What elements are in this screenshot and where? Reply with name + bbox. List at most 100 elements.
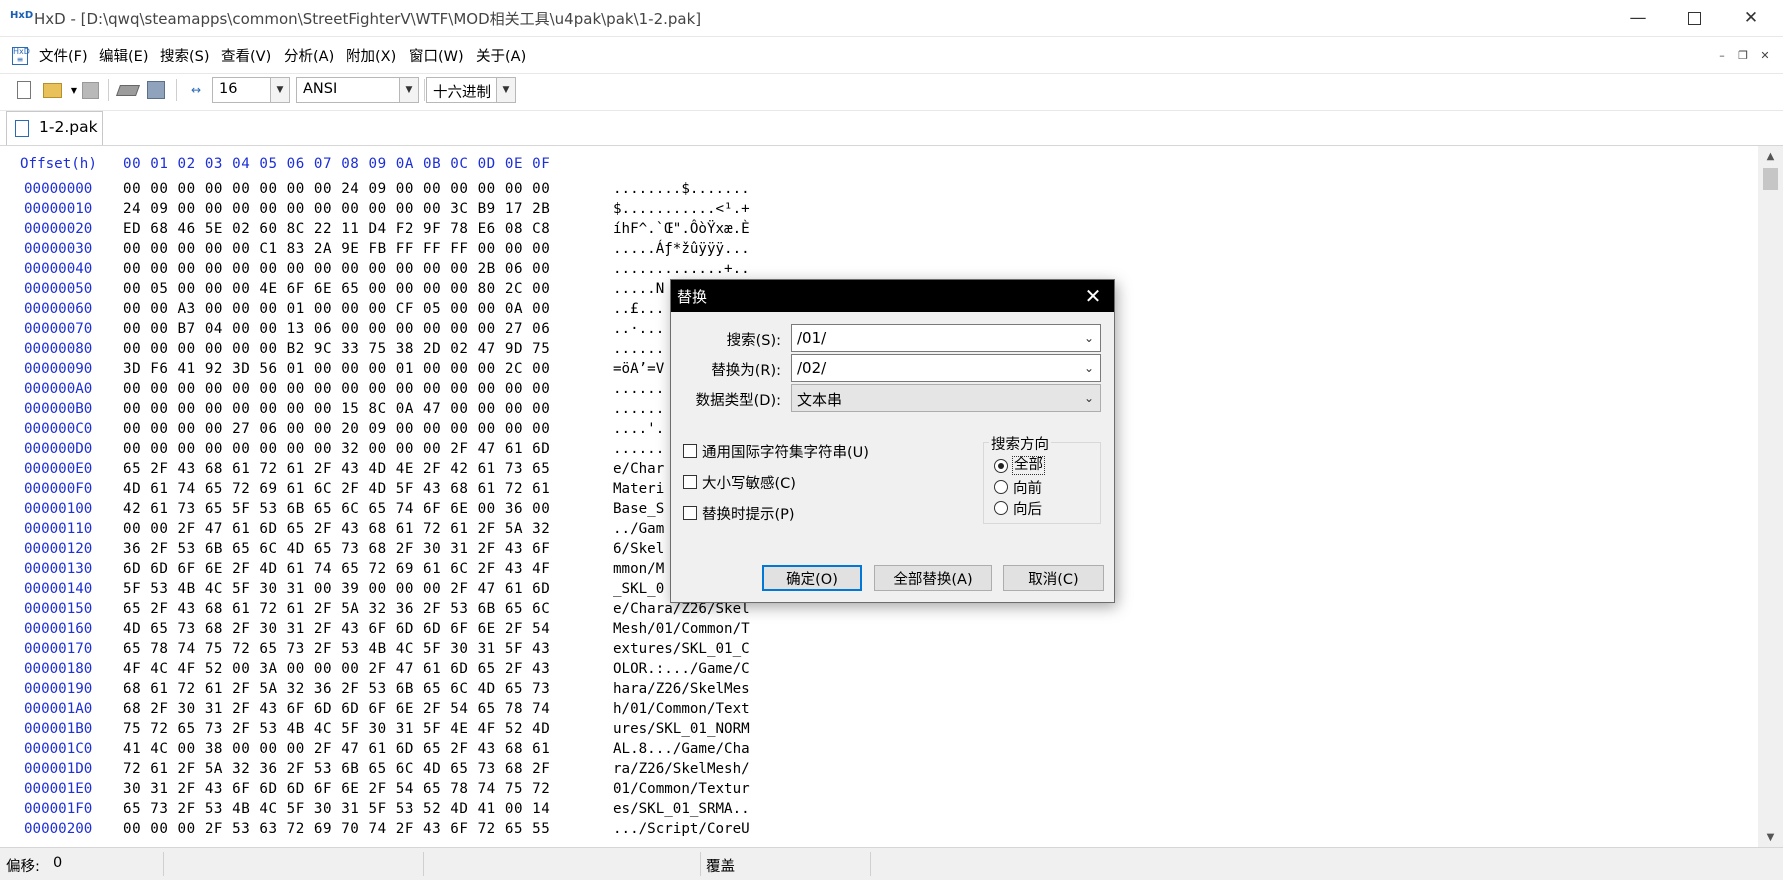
row-ascii-text[interactable]: h/01/Common/Text	[613, 699, 750, 719]
row-hex-bytes[interactable]: ED 68 46 5E 02 60 8C 22 11 D4 F2 9F 78 E…	[123, 219, 550, 239]
row-ascii-text[interactable]: Materi	[613, 479, 664, 499]
minimize-button[interactable]: —	[1609, 0, 1667, 36]
menu-window[interactable]: 窗口(W)	[409, 45, 464, 66]
row-ascii-text[interactable]: Mesh/01/Common/T	[613, 619, 750, 639]
row-ascii-text[interactable]: .....N	[613, 279, 664, 299]
charset-select[interactable]: ANSI ▼	[296, 77, 419, 103]
row-ascii-text[interactable]: 01/Common/Textur	[613, 779, 750, 799]
direction-backward-label[interactable]: 向后	[1013, 498, 1042, 519]
open-ram-button[interactable]	[146, 80, 166, 100]
row-ascii-text[interactable]: ....'.	[613, 419, 664, 439]
mdi-restore-button[interactable]: ❐	[1734, 46, 1752, 64]
row-ascii-text[interactable]: $...........<¹.+	[613, 199, 750, 219]
row-ascii-text[interactable]: ........$.......	[613, 179, 750, 199]
row-ascii-text[interactable]: es/SKL_01_SRMA..	[613, 799, 750, 819]
row-hex-bytes[interactable]: 3D F6 41 92 3D 56 01 00 00 00 01 00 00 0…	[123, 359, 550, 379]
menu-search[interactable]: 搜索(S)	[160, 45, 210, 66]
menu-view[interactable]: 查看(V)	[221, 45, 271, 66]
direction-all-radio[interactable]	[994, 459, 1008, 473]
scroll-down-button[interactable]: ▼	[1758, 827, 1783, 847]
menu-file[interactable]: 文件(F)	[39, 45, 88, 66]
row-ascii-text[interactable]: =öA’=V	[613, 359, 664, 379]
search-combobox[interactable]: /01/ ⌄	[791, 324, 1101, 352]
row-hex-bytes[interactable]: 75 72 65 73 2F 53 4B 4C 5F 30 31 5F 4E 4…	[123, 719, 550, 739]
row-hex-bytes[interactable]: 00 05 00 00 00 4E 6F 6E 65 00 00 00 00 8…	[123, 279, 550, 299]
ok-button[interactable]: 确定(O)	[762, 565, 862, 591]
mdi-close-button[interactable]: ✕	[1756, 46, 1774, 64]
row-hex-bytes[interactable]: 68 61 72 61 2F 5A 32 36 2F 53 6B 65 6C 4…	[123, 679, 550, 699]
row-hex-bytes[interactable]: 68 2F 30 31 2F 43 6F 6D 6D 6F 6E 2F 54 6…	[123, 699, 550, 719]
direction-all-label[interactable]: 全部	[1012, 456, 1045, 475]
open-file-button[interactable]	[42, 80, 62, 100]
row-ascii-text[interactable]: 6/Skel	[613, 539, 664, 559]
tab-file[interactable]: 1-2.pak	[6, 111, 103, 145]
scrollbar-thumb[interactable]	[1763, 168, 1778, 190]
row-hex-bytes[interactable]: 00 00 00 00 00 00 00 00 24 09 00 00 00 0…	[123, 179, 550, 199]
row-ascii-text[interactable]: ......	[613, 379, 664, 399]
dialog-close-button[interactable]: ✕	[1072, 280, 1114, 312]
row-ascii-text[interactable]: ures/SKL_01_NORM	[613, 719, 750, 739]
bytes-per-row-select[interactable]: 16 ▼	[212, 77, 290, 103]
row-hex-bytes[interactable]: 65 2F 43 68 61 72 61 2F 43 4D 4E 2F 42 6…	[123, 459, 550, 479]
row-ascii-text[interactable]: .............+..	[613, 259, 750, 279]
row-ascii-text[interactable]: ......	[613, 439, 664, 459]
datatype-select[interactable]: 文本串 ⌄	[791, 384, 1101, 412]
menu-extras[interactable]: 附加(X)	[346, 45, 396, 66]
row-ascii-text[interactable]: e/Char	[613, 459, 664, 479]
row-hex-bytes[interactable]: 00 00 00 2F 53 63 72 69 70 74 2F 43 6F 7…	[123, 819, 550, 839]
offset-base-select[interactable]: 十六进制 ▼	[426, 77, 516, 103]
row-hex-bytes[interactable]: 42 61 73 65 5F 53 6B 65 6C 65 74 6F 6E 0…	[123, 499, 550, 519]
row-hex-bytes[interactable]: 4F 4C 4F 52 00 3A 00 00 00 2F 47 61 6D 6…	[123, 659, 550, 679]
row-hex-bytes[interactable]: 00 00 00 00 00 00 00 00 32 00 00 00 2F 4…	[123, 439, 550, 459]
row-ascii-text[interactable]: ......	[613, 399, 664, 419]
direction-forward-label[interactable]: 向前	[1013, 477, 1042, 498]
row-hex-bytes[interactable]: 6D 6D 6F 6E 2F 4D 61 74 65 72 69 61 6C 2…	[123, 559, 550, 579]
vertical-scrollbar[interactable]: ▲ ▼	[1758, 146, 1783, 847]
direction-forward-radio[interactable]	[994, 480, 1008, 494]
row-ascii-text[interactable]: ......	[613, 339, 664, 359]
row-hex-bytes[interactable]: 00 00 2F 47 61 6D 65 2F 43 68 61 72 61 2…	[123, 519, 550, 539]
new-file-button[interactable]	[14, 80, 34, 100]
row-ascii-text[interactable]: ..·...	[613, 319, 664, 339]
open-disk-button[interactable]	[115, 80, 141, 100]
scroll-up-button[interactable]: ▲	[1758, 146, 1783, 166]
prompt-on-replace-checkbox[interactable]	[683, 506, 697, 520]
menu-about[interactable]: 关于(A)	[476, 45, 526, 66]
row-hex-bytes[interactable]: 4D 65 73 68 2F 30 31 2F 43 6F 6D 6D 6F 6…	[123, 619, 550, 639]
row-hex-bytes[interactable]: 72 61 2F 5A 32 36 2F 53 6B 65 6C 4D 65 7…	[123, 759, 550, 779]
prompt-on-replace-label[interactable]: 替换时提示(P)	[702, 503, 795, 524]
unicode-checkbox[interactable]	[683, 444, 697, 458]
row-hex-bytes[interactable]: 00 00 00 00 00 00 B2 9C 33 75 38 2D 02 4…	[123, 339, 550, 359]
close-window-button[interactable]: ✕	[1722, 0, 1780, 36]
row-ascii-text[interactable]: AL.8.../Game/Cha	[613, 739, 750, 759]
row-ascii-text[interactable]: mmon/M	[613, 559, 664, 579]
direction-backward-radio[interactable]	[994, 501, 1008, 515]
row-hex-bytes[interactable]: 00 00 00 00 00 00 00 00 15 8C 0A 47 00 0…	[123, 399, 550, 419]
row-hex-bytes[interactable]: 65 2F 43 68 61 72 61 2F 5A 32 36 2F 53 6…	[123, 599, 550, 619]
save-button[interactable]	[80, 80, 100, 100]
case-sensitive-checkbox[interactable]	[683, 475, 697, 489]
row-ascii-text[interactable]: .../Script/CoreU	[613, 819, 750, 839]
row-ascii-text[interactable]: Base_S	[613, 499, 664, 519]
row-hex-bytes[interactable]: 00 00 00 00 27 06 00 00 20 09 00 00 00 0…	[123, 419, 550, 439]
row-ascii-text[interactable]: hara/Z26/SkelMes	[613, 679, 750, 699]
mdi-minimize-button[interactable]: –	[1713, 46, 1731, 64]
row-ascii-text[interactable]: íhF^.`Œ".ÔòŸxæ.È	[613, 219, 750, 239]
row-hex-bytes[interactable]: 36 2F 53 6B 65 6C 4D 65 73 68 2F 30 31 2…	[123, 539, 550, 559]
row-hex-bytes[interactable]: 00 00 00 00 00 C1 83 2A 9E FB FF FF FF 0…	[123, 239, 550, 259]
row-hex-bytes[interactable]: 65 78 74 75 72 65 73 2F 53 4B 4C 5F 30 3…	[123, 639, 550, 659]
row-hex-bytes[interactable]: 4D 61 74 65 72 69 61 6C 2F 4D 5F 43 68 6…	[123, 479, 550, 499]
row-hex-bytes[interactable]: 00 00 A3 00 00 00 01 00 00 00 CF 05 00 0…	[123, 299, 550, 319]
row-hex-bytes[interactable]: 65 73 2F 53 4B 4C 5F 30 31 5F 53 52 4D 4…	[123, 799, 550, 819]
row-ascii-text[interactable]: _SKL_0	[613, 579, 664, 599]
row-hex-bytes[interactable]: 24 09 00 00 00 00 00 00 00 00 00 00 3C B…	[123, 199, 550, 219]
row-hex-bytes[interactable]: 00 00 00 00 00 00 00 00 00 00 00 00 00 0…	[123, 379, 550, 399]
row-ascii-text[interactable]: .....Áƒ*žûÿÿÿ...	[613, 239, 750, 259]
row-hex-bytes[interactable]: 00 00 B7 04 00 00 13 06 00 00 00 00 00 0…	[123, 319, 550, 339]
maximize-button[interactable]	[1665, 0, 1723, 36]
row-hex-bytes[interactable]: 41 4C 00 38 00 00 00 2F 47 61 6D 65 2F 4…	[123, 739, 550, 759]
row-hex-bytes[interactable]: 00 00 00 00 00 00 00 00 00 00 00 00 00 2…	[123, 259, 550, 279]
replace-all-button[interactable]: 全部替换(A)	[874, 565, 992, 591]
row-ascii-text[interactable]: extures/SKL_01_C	[613, 639, 750, 659]
cancel-button[interactable]: 取消(C)	[1003, 565, 1104, 591]
